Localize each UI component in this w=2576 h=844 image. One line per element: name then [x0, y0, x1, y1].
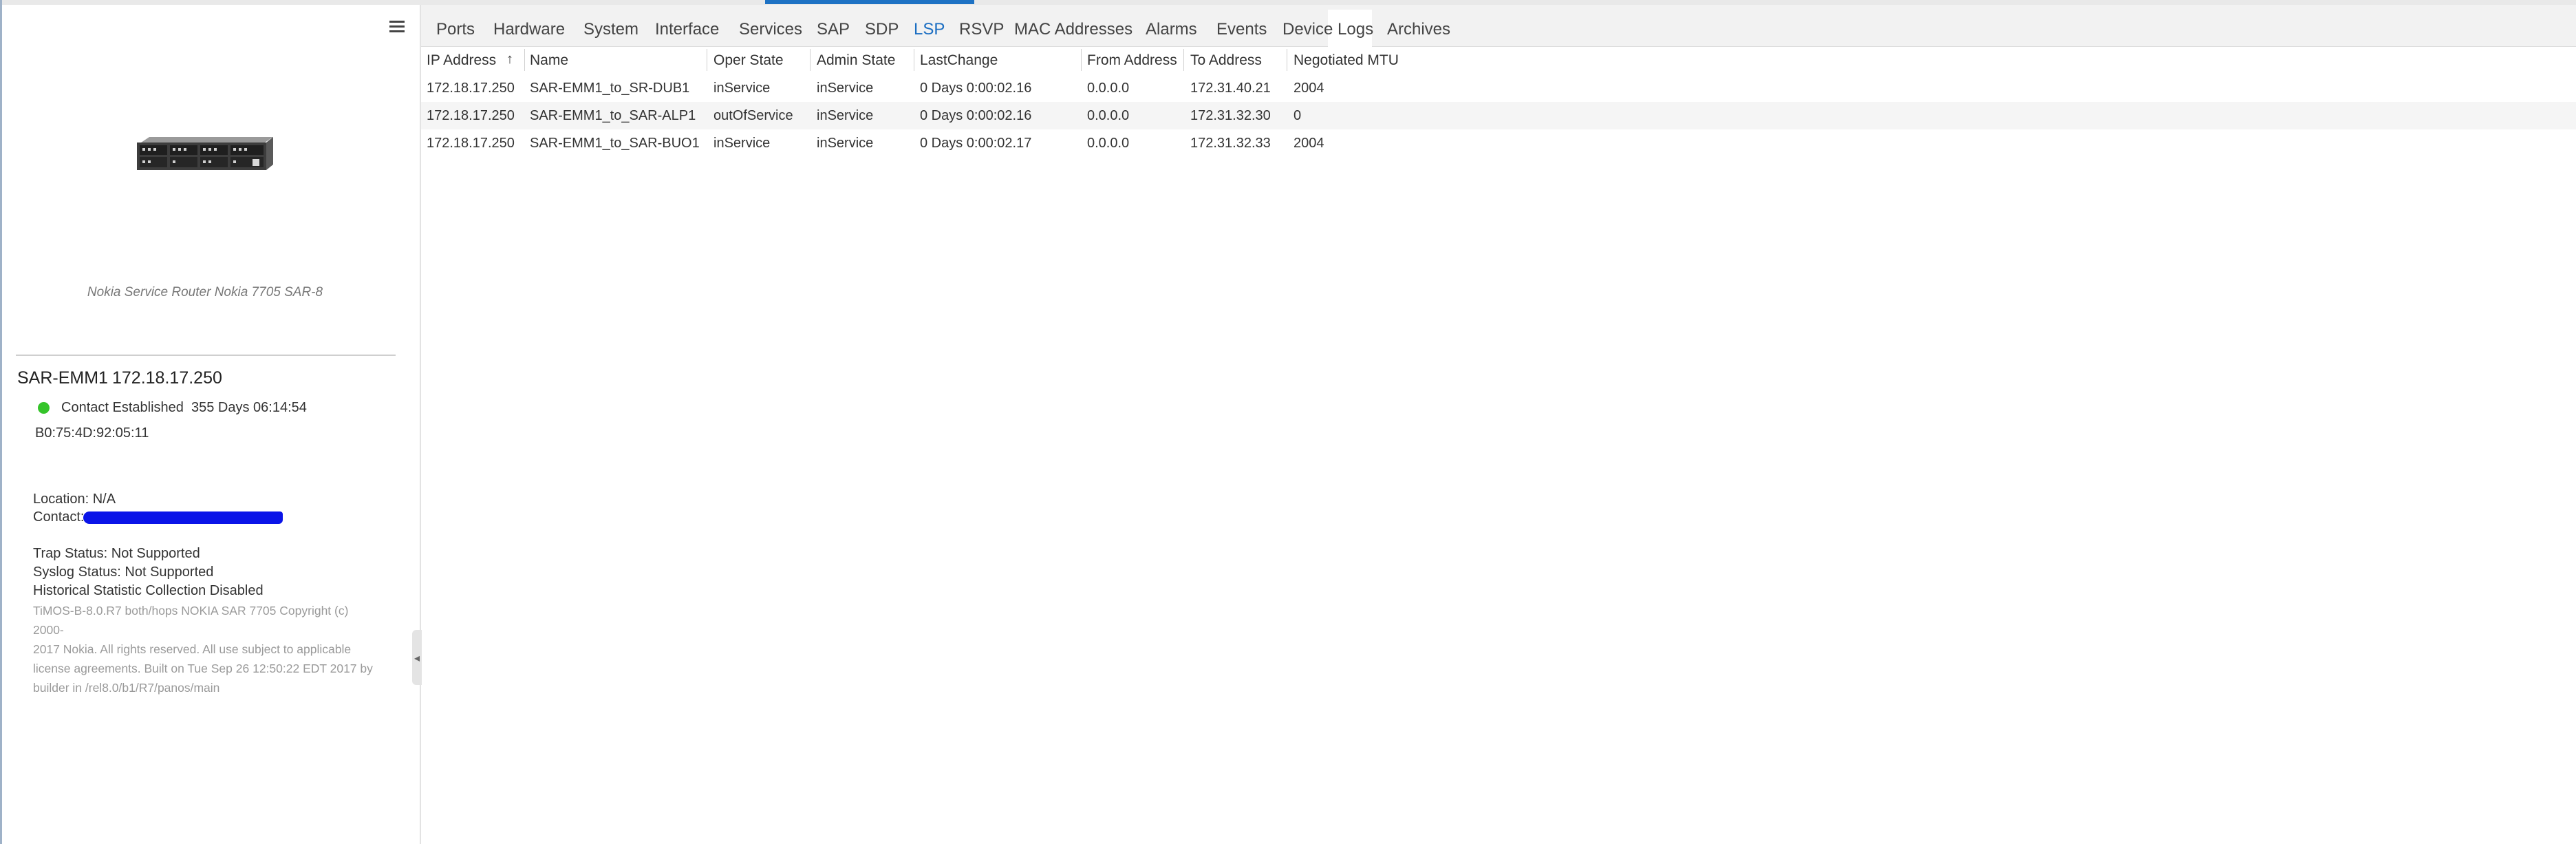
location: Location: N/A	[33, 492, 116, 507]
column-divider[interactable]	[1081, 49, 1082, 71]
divider	[16, 355, 396, 356]
cell-from-address: 0.0.0.0	[1087, 81, 1130, 96]
tab-sap[interactable]: SAP	[817, 20, 850, 39]
loading-indicator	[765, 0, 974, 4]
redacted-contact	[83, 511, 283, 524]
tab-sdp[interactable]: SDP	[865, 20, 899, 39]
cell-admin-state: inService	[817, 81, 874, 96]
software-version-text: TiMOS-B-8.0.R7 both/hops NOKIA SAR 7705 …	[33, 601, 377, 697]
cell-last-change: 0 Days 0:00:02.16	[920, 108, 1032, 123]
menu-icon[interactable]	[388, 18, 407, 34]
version-line: TiMOS-B-8.0.R7 both/hops NOKIA SAR 7705 …	[33, 604, 349, 637]
cell-ip-address: 172.18.17.250	[427, 81, 515, 96]
col-from-address[interactable]: From Address	[1087, 52, 1177, 69]
cell-to-address: 172.31.32.30	[1190, 108, 1271, 123]
cell-from-address: 0.0.0.0	[1087, 108, 1130, 123]
version-line: 2017 Nokia. All rights reserved. All use…	[33, 642, 352, 656]
tab-system[interactable]: System	[583, 20, 638, 39]
cell-admin-state: inService	[817, 108, 874, 123]
col-to-address[interactable]: To Address	[1190, 52, 1262, 69]
table-row[interactable]: 172.18.17.250 SAR-EMM1_to_SR-DUB1 inServ…	[421, 74, 2576, 102]
chevron-left-icon: ◂	[414, 653, 420, 664]
column-divider[interactable]	[810, 49, 811, 71]
device-info-panel: Nokia Service Router Nokia 7705 SAR-8 SA…	[2, 5, 422, 844]
col-ip-address[interactable]: IP Address ↑	[427, 52, 513, 69]
device-ip: 172.18.17.250	[112, 368, 222, 388]
cell-to-address: 172.31.40.21	[1190, 81, 1271, 96]
tab-rsvp[interactable]: RSVP	[959, 20, 1004, 39]
cell-negotiated-mtu: 2004	[1294, 81, 1324, 96]
tab-mac-addresses[interactable]: MAC Addresses	[1014, 20, 1133, 39]
cell-from-address: 0.0.0.0	[1087, 136, 1130, 151]
column-divider[interactable]	[524, 49, 525, 71]
cell-to-address: 172.31.32.33	[1190, 136, 1271, 151]
cell-name: SAR-EMM1_to_SR-DUB1	[530, 81, 690, 96]
tab-bar: Ports Hardware System Interface Services…	[421, 5, 2576, 47]
col-admin-state[interactable]: Admin State	[817, 52, 895, 69]
tab-alarms[interactable]: Alarms	[1146, 20, 1197, 39]
cell-last-change: 0 Days 0:00:02.17	[920, 136, 1032, 151]
contact-label: Contact:	[33, 509, 85, 525]
sort-ascending-icon: ↑	[506, 52, 513, 67]
cell-ip-address: 172.18.17.250	[427, 136, 515, 151]
cell-name: SAR-EMM1_to_SAR-BUO1	[530, 136, 700, 151]
col-oper-state[interactable]: Oper State	[713, 52, 784, 69]
table-header: IP Address ↑ Name Oper State Admin State …	[421, 46, 1399, 74]
router-chassis-image	[137, 137, 273, 170]
tab-hardware[interactable]: Hardware	[493, 20, 565, 39]
cell-admin-state: inService	[817, 136, 874, 151]
tab-services[interactable]: Services	[739, 20, 802, 39]
cell-negotiated-mtu: 0	[1294, 108, 1302, 123]
trap-status: Trap Status: Not Supported	[33, 546, 200, 561]
version-line: license agreements. Built on Tue Sep 26 …	[33, 662, 373, 675]
tab-ports[interactable]: Ports	[436, 20, 475, 39]
version-line: builder in /rel8.0/b1/R7/panos/main	[33, 681, 220, 695]
device-name: SAR-EMM1	[17, 368, 108, 388]
cell-ip-address: 172.18.17.250	[427, 108, 515, 123]
tab-device-logs[interactable]: Device Logs	[1282, 20, 1373, 39]
cell-negotiated-mtu: 2004	[1294, 136, 1324, 151]
uptime: 355 Days 06:14:54	[191, 400, 307, 415]
historical-collection-status: Historical Statistic Collection Disabled	[33, 583, 264, 598]
cell-oper-state: inService	[713, 81, 771, 96]
tab-lsp[interactable]: LSP	[914, 20, 945, 39]
device-model-caption: Nokia Service Router Nokia 7705 SAR-8	[87, 285, 323, 299]
contact-status: Contact Established	[61, 400, 184, 415]
collapse-panel-handle[interactable]: ◂	[412, 630, 422, 685]
col-name[interactable]: Name	[530, 52, 568, 69]
tab-interface[interactable]: Interface	[655, 20, 719, 39]
col-negotiated-mtu[interactable]: Negotiated MTU	[1294, 52, 1399, 69]
cell-oper-state: outOfService	[713, 108, 793, 123]
column-divider[interactable]	[1183, 49, 1184, 71]
cell-name: SAR-EMM1_to_SAR-ALP1	[530, 108, 696, 123]
col-last-change[interactable]: LastChange	[920, 52, 998, 69]
table-row[interactable]: 172.18.17.250 SAR-EMM1_to_SAR-BUO1 inSer…	[421, 129, 2576, 157]
status-ok-icon	[38, 402, 50, 414]
tab-events[interactable]: Events	[1216, 20, 1267, 39]
cell-oper-state: inService	[713, 136, 771, 151]
table-row[interactable]: 172.18.17.250 SAR-EMM1_to_SAR-ALP1 outOf…	[421, 102, 2576, 129]
syslog-status: Syslog Status: Not Supported	[33, 565, 214, 580]
cell-last-change: 0 Days 0:00:02.16	[920, 81, 1032, 96]
tab-archives[interactable]: Archives	[1387, 20, 1450, 39]
mac-address: B0:75:4D:92:05:11	[35, 425, 149, 441]
